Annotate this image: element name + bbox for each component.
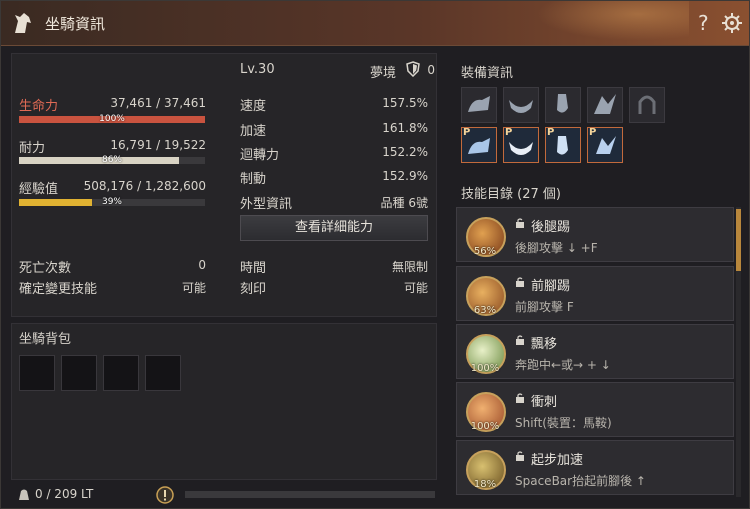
skill-command: 前腳攻擊 F xyxy=(515,300,574,314)
skill-name: 後腿踢 xyxy=(531,220,571,235)
skill-item[interactable]: 56% 後腿踢 後腳攻擊 ↓ +F xyxy=(456,207,734,262)
skill-command: 後腳攻擊 ↓ +F xyxy=(515,241,598,255)
view-details-button[interactable]: 查看詳細能力 xyxy=(240,215,428,241)
skill-change-label: 確定變更技能 xyxy=(19,282,98,297)
premium-slot-saddle[interactable]: P xyxy=(503,127,539,163)
premium-slot-horseshoe[interactable]: P xyxy=(587,127,623,163)
warning-icon[interactable] xyxy=(156,486,174,504)
skill-item[interactable]: 18% 起步加速 SpaceBar抬起前腳後 ↑ xyxy=(456,440,734,495)
skills-title: 技能目錄 (27 個) xyxy=(461,187,561,202)
engrave-label: 刻印 xyxy=(240,282,267,297)
premium-label: P xyxy=(589,127,597,138)
engrave-value: 可能 xyxy=(403,281,428,295)
hp-value: 37,461 / 37,461 xyxy=(110,96,206,110)
hp-bar: 100% xyxy=(19,114,205,124)
durability-bar: 86% xyxy=(19,155,205,165)
help-icon[interactable]: ? xyxy=(698,11,709,35)
armor-icon xyxy=(594,94,616,114)
stirrups-icon xyxy=(557,94,568,113)
appearance-label: 外型資訊 xyxy=(240,197,293,212)
skill-progress: 63% xyxy=(473,305,497,316)
deaths-value: 0 xyxy=(198,258,206,272)
title-bar[interactable]: 坐騎資訊 ? xyxy=(1,1,749,46)
saddle-icon xyxy=(509,100,533,113)
premium-label: P xyxy=(463,127,471,138)
dream-label: 夢境 xyxy=(370,66,397,81)
unlock-icon xyxy=(516,277,524,287)
skill-command: Shift(裝置：馬鞍) xyxy=(515,416,612,430)
skill-item[interactable]: 100% 飄移 奔跑中←或→ + ↓ xyxy=(456,324,734,379)
gear-icon[interactable] xyxy=(721,12,743,34)
appearance-value: 品種 6號 xyxy=(380,196,428,210)
turn-label: 迴轉力 xyxy=(240,148,280,163)
horse-icon xyxy=(15,13,31,33)
exp-percent: 39% xyxy=(101,197,122,207)
skill-name: 起步加速 xyxy=(531,453,584,468)
brake-label: 制動 xyxy=(240,172,267,187)
equipment-title: 裝備資訊 xyxy=(461,66,514,81)
speed-label: 速度 xyxy=(240,99,267,114)
unlock-icon xyxy=(516,451,524,461)
exp-label: 經驗值 xyxy=(19,182,59,197)
equip-slot-horseshoe-armor[interactable] xyxy=(587,87,623,123)
unlock-icon xyxy=(516,335,524,345)
time-label: 時間 xyxy=(240,261,267,276)
barding-icon xyxy=(468,96,490,112)
deaths-label: 死亡次數 xyxy=(19,261,72,276)
unlock-icon xyxy=(516,218,524,228)
bag-weight: 0 / 209 LT xyxy=(35,487,94,501)
skill-change-value: 可能 xyxy=(181,281,206,295)
durability-percent: 86% xyxy=(101,155,122,165)
weight-bar xyxy=(185,491,435,498)
durability-value: 16,791 / 19,522 xyxy=(110,138,206,152)
brake-value: 152.9% xyxy=(382,169,428,183)
skill-progress: 56% xyxy=(473,246,497,257)
premium-slot-stirrups[interactable]: P xyxy=(545,127,581,163)
window-title: 坐騎資訊 xyxy=(45,15,106,33)
speed-value: 157.5% xyxy=(382,96,428,110)
skill-item[interactable]: 100% 衝刺 Shift(裝置：馬鞍) xyxy=(456,382,734,437)
turn-value: 152.2% xyxy=(382,145,428,159)
mount-info-window: 坐騎資訊 ? Lv.30 夢境 0 生命力 37,461 / 37,461 10… xyxy=(0,0,750,509)
bag-slot[interactable] xyxy=(103,355,139,391)
premium-slot-barding[interactable]: P xyxy=(461,127,497,163)
skill-name: 前腳踢 xyxy=(531,279,571,294)
skill-command: SpaceBar抬起前腳後 ↑ xyxy=(515,474,646,488)
hp-label: 生命力 xyxy=(19,99,59,114)
exp-bar: 39% xyxy=(19,197,205,207)
skill-item[interactable]: 63% 前腳踢 前腳攻擊 F xyxy=(456,266,734,321)
time-value: 無限制 xyxy=(391,260,428,274)
exp-value: 508,176 / 1,282,600 xyxy=(83,179,206,193)
dream-value: 0 xyxy=(427,63,435,77)
bag-title: 坐騎背包 xyxy=(19,332,72,347)
skill-progress: 18% xyxy=(473,479,497,490)
bag-slot[interactable] xyxy=(19,355,55,391)
premium-label: P xyxy=(547,127,555,138)
premium-label: P xyxy=(505,127,513,138)
unlock-icon xyxy=(516,393,524,403)
horseshoe-icon xyxy=(638,95,656,114)
scrollbar-thumb[interactable] xyxy=(736,209,741,271)
skill-progress: 100% xyxy=(470,363,500,374)
accel-value: 161.8% xyxy=(382,121,428,135)
accel-label: 加速 xyxy=(240,124,267,139)
durability-label: 耐力 xyxy=(19,141,46,156)
skill-name: 衝刺 xyxy=(531,395,558,410)
equip-slot-stirrups[interactable] xyxy=(545,87,581,123)
bag-slot[interactable] xyxy=(61,355,97,391)
hp-percent: 100% xyxy=(99,114,125,124)
weight-icon xyxy=(19,489,29,500)
mount-bag-panel xyxy=(11,323,437,480)
bag-slot[interactable] xyxy=(145,355,181,391)
skill-command: 奔跑中←或→ + ↓ xyxy=(515,358,611,372)
equip-slot-saddle[interactable] xyxy=(503,87,539,123)
mount-level: Lv.30 xyxy=(240,62,275,77)
equip-slot-horseshoe[interactable] xyxy=(629,87,665,123)
equip-slot-barding[interactable] xyxy=(461,87,497,123)
skill-name: 飄移 xyxy=(531,337,558,352)
skill-progress: 100% xyxy=(470,421,500,432)
skill-scrollbar[interactable] xyxy=(736,207,741,497)
title-decoration xyxy=(519,1,689,45)
